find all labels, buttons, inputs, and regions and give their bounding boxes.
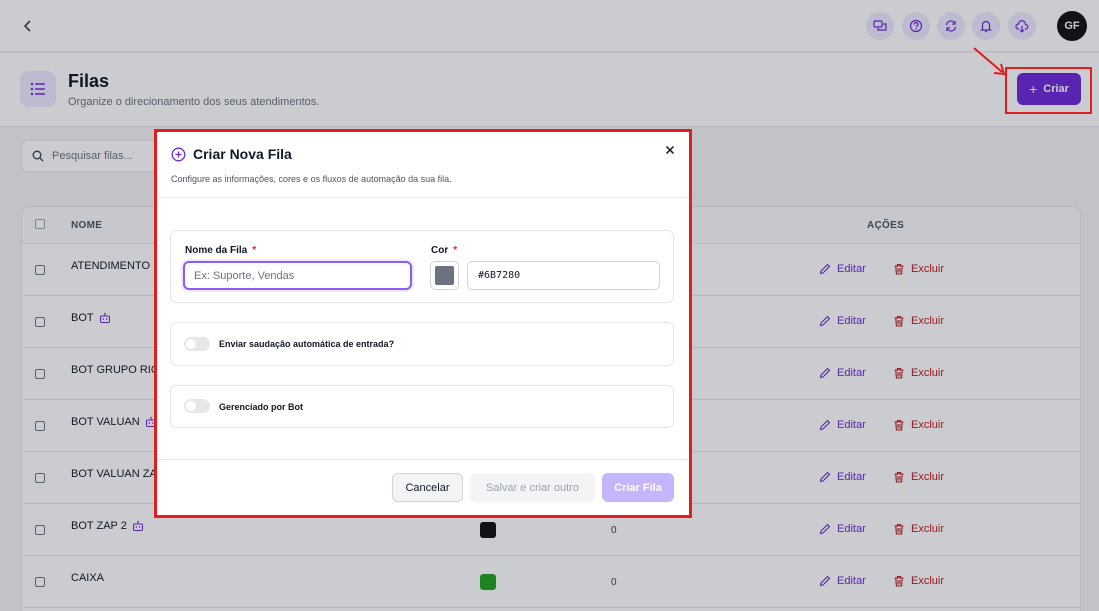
- color-picker-button[interactable]: [430, 261, 459, 290]
- color-label-text: Cor: [431, 245, 449, 256]
- create-queue-submit-button[interactable]: Criar Fila: [602, 473, 674, 502]
- color-preview-swatch: [435, 266, 454, 285]
- bot-managed-toggle[interactable]: [184, 399, 210, 413]
- bot-toggle-label: Gerenciado por Bot: [219, 402, 304, 412]
- create-button-highlight: [1005, 67, 1092, 114]
- modal-footer-divider: [157, 459, 689, 460]
- modal-divider: [157, 197, 689, 198]
- close-icon: [665, 145, 675, 155]
- name-color-section: Nome da Fila * Cor *: [170, 230, 674, 303]
- bot-section: Gerenciado por Bot: [170, 385, 674, 428]
- modal-description: Configure as informações, cores e os flu…: [171, 174, 452, 184]
- create-queue-modal: Criar Nova Fila Configure as informações…: [157, 132, 689, 515]
- required-mark: *: [453, 245, 458, 256]
- color-hex-input[interactable]: [467, 261, 660, 290]
- modal-header: Criar Nova Fila: [171, 146, 292, 162]
- cancel-button[interactable]: Cancelar: [392, 473, 463, 502]
- save-and-new-button[interactable]: Salvar e criar outro: [470, 473, 595, 502]
- plus-circle-icon: [171, 147, 186, 161]
- greeting-toggle-label: Enviar saudação automática de entrada?: [219, 339, 395, 349]
- modal-title: Criar Nova Fila: [193, 146, 292, 162]
- name-field-label: Nome da Fila *: [185, 245, 256, 256]
- required-mark: *: [252, 245, 257, 256]
- greeting-toggle[interactable]: [184, 337, 210, 351]
- name-label-text: Nome da Fila: [185, 245, 248, 256]
- greeting-section: Enviar saudação automática de entrada?: [170, 322, 674, 366]
- queue-name-input[interactable]: [183, 261, 412, 290]
- close-button[interactable]: [662, 142, 678, 158]
- red-arrow-annotation: [973, 47, 1006, 76]
- color-field-label: Cor *: [431, 245, 457, 256]
